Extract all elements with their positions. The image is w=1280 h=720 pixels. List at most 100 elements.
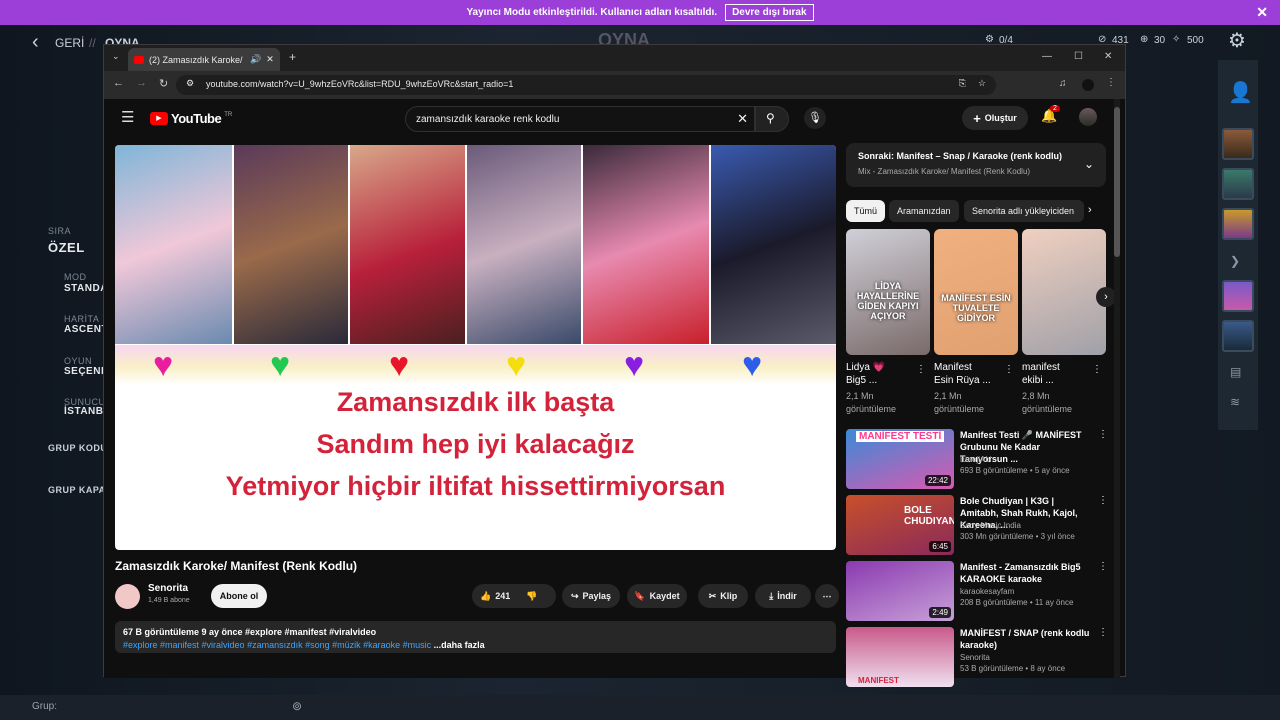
short-info[interactable]: Lidya 💗 Big5 ... 2,1 Mn görüntüleme [846,361,896,416]
video-thumbnail: MANIFEST [846,627,954,687]
close-tab-icon[interactable]: ✕ [266,54,274,65]
short-thumbnail[interactable]: LİDYA HAYALLERİNE GİDEN KAPIYI AÇIYOR [846,229,930,355]
rec-menu-icon[interactable]: ⋮ [1098,429,1108,440]
chip-from-uploader[interactable]: Senorita adlı yükleyiciden [964,200,1084,222]
menu-dots-icon[interactable]: ⋮ [1106,77,1116,88]
signal-icon[interactable]: ≋ [1230,395,1240,409]
avatar[interactable] [1222,280,1254,312]
rec-meta: 208 B görüntüleme • 11 ay önce [960,598,1074,607]
video-player[interactable]: ♥ ♥ ♥ ♥ ♥ ♥ Zamansızdık ilk başta Sandım… [115,145,836,550]
subscribe-button[interactable]: Abone ol [211,584,267,608]
chip-from-search[interactable]: Aramanızdan [889,200,959,222]
recommendations-sidebar: Sonraki: Manifest – Snap / Karaoke (renk… [846,143,1116,687]
group-code-button[interactable]: GRUP KODU [48,443,107,453]
rec-menu-icon[interactable]: ⋮ [1098,627,1108,638]
new-tab-icon[interactable]: + [289,50,296,64]
tab-search-icon[interactable]: ⌄ [112,51,120,62]
show-more-link[interactable]: ...daha fazla [434,640,485,650]
media-icon[interactable]: ♫ [1059,78,1067,89]
close-icon[interactable]: ✕ [1256,4,1268,21]
back-label[interactable]: GERİ [55,36,84,50]
reload-icon[interactable]: ↻ [159,77,168,90]
like-icon[interactable]: 👍 [480,591,491,602]
audio-icon[interactable]: 🔊 [250,54,261,65]
short-info[interactable]: manifest ekibi ... 2,8 Mn görüntüleme [1022,361,1072,416]
forward-icon[interactable]: → [136,77,147,89]
map-label: HARİTA [64,314,100,324]
download-button[interactable]: ⤓ İndir [755,584,811,608]
create-button[interactable]: + Oluştur [962,106,1028,130]
red-heart-icon: ♥ [389,346,410,384]
chat-icon[interactable]: ▤ [1230,365,1241,379]
avatar[interactable] [1222,128,1254,160]
youtube-favicon-icon [134,55,144,64]
clip-button[interactable]: ✂ Klip [698,584,748,608]
scissors-icon: ✂ [708,590,717,601]
short-thumbnail[interactable]: MANİFEST ESİN TUVALETE GİDİYOR [934,229,1018,355]
short-menu-icon[interactable]: ⋮ [1092,363,1102,376]
save-button[interactable]: 🔖 Kaydet [627,584,687,608]
active-tab[interactable]: (2) Zamasızdık Karoke/ Ma 🔊 ✕ [128,48,280,71]
dislike-icon[interactable]: 👎 [526,591,537,602]
back-icon[interactable]: ← [113,77,124,89]
download-icon: ⤓ [769,590,774,601]
browser-window: ⌄ (2) Zamasızdık Karoke/ Ma 🔊 ✕ + — ☐ ✕ … [103,44,1126,687]
chat-icon[interactable]: ⊚ [292,699,302,713]
shorts-next-chevron-icon[interactable]: › [1096,287,1116,307]
up-next-card[interactable]: Sonraki: Manifest – Snap / Karaoke (renk… [846,143,1106,187]
clear-search-icon[interactable]: ✕ [737,111,748,127]
short-menu-icon[interactable]: ⋮ [916,363,926,376]
group-close-button[interactable]: GRUP KAPA [48,485,106,495]
close-window-icon[interactable]: ✕ [1104,51,1112,62]
disable-button[interactable]: Devre dışı bırak [725,4,814,21]
avatar[interactable] [1222,208,1254,240]
short-menu-icon[interactable]: ⋮ [1004,363,1014,376]
minimize-icon[interactable]: — [1042,51,1052,62]
download-label: İndir [777,591,797,601]
hashtags[interactable]: #explore #manifest #viralvideo #zamansız… [123,640,431,650]
description-box[interactable]: 67 B görüntüleme 9 ay önce #explore #man… [115,621,836,653]
group-chat-bar[interactable]: Grup: ⊚ [0,695,1280,720]
currency-2: 30 [1154,35,1166,46]
channel-avatar[interactable] [115,584,140,609]
maximize-icon[interactable]: ☐ [1074,51,1083,62]
url-input[interactable]: ⚙ youtube.com/watch?v=U_9whzEoVRc&list=R… [176,75,996,95]
recommended-video[interactable]: MANİFEST TESTİ 22:42 Manifest Testi 🎤 MA… [846,429,1108,493]
rec-menu-icon[interactable]: ⋮ [1098,495,1108,506]
bookmark-star-icon[interactable]: ☆ [978,78,986,89]
search-button[interactable]: ⚲ [755,106,789,132]
recommended-video[interactable]: 2:49 Manifest - Zamansızdık Big5 KARAOKE… [846,561,1108,625]
like-count[interactable]: 241 [495,591,510,601]
youtube-logo[interactable]: ▶ YouTube TR [150,111,232,126]
expand-chevron-icon[interactable]: ⌄ [1084,157,1094,171]
short-info[interactable]: Manifest Esin Rüya ... 2,1 Mn görüntüleme [934,361,991,416]
avatar[interactable] [1222,168,1254,200]
account-avatar[interactable] [1079,108,1097,126]
chip-all[interactable]: Tümü [846,200,886,222]
install-icon[interactable]: ⎘ [959,78,966,89]
more-actions-button[interactable]: ⋯ [815,584,839,608]
share-button[interactable]: ↪ Paylaş [562,584,620,608]
profile-avatar[interactable] [1082,79,1094,91]
back-chevron-icon[interactable]: ‹ [32,31,39,54]
url-text: youtube.com/watch?v=U_9whzEoVRc&list=RDU… [206,79,514,89]
voice-search-icon[interactable]: 🎙 [804,107,826,129]
video-thumbnail: MANİFEST TESTİ 22:42 [846,429,954,489]
recommended-video[interactable]: MANIFEST MANİFEST / SNAP (renk kodlu kar… [846,627,1108,691]
site-info-icon[interactable]: ⚙ [186,78,194,89]
hamburger-menu-icon[interactable]: ☰ [121,108,134,126]
search-icon: ⚲ [766,111,775,125]
rec-channel: Sony Music India [960,521,1021,530]
recommended-video[interactable]: BOLE CHUDIYAN 6:45 Bole Chudiyan | K3G |… [846,495,1108,559]
scrollbar-thumb[interactable] [1114,107,1120,257]
chips-next-chevron-icon[interactable]: › [1088,204,1092,216]
add-friend-icon[interactable]: 👤 [1228,80,1253,105]
search-input[interactable]: zamansızdık karaoke renk kodlu ✕ [405,106,755,132]
scrollbar[interactable] [1114,99,1120,678]
lyric-line: Sandım hep iyi kalacağız [316,429,635,459]
avatar[interactable] [1222,320,1254,352]
rec-menu-icon[interactable]: ⋮ [1098,561,1108,572]
short-thumbnail[interactable] [1022,229,1106,355]
channel-name[interactable]: Senorita [148,583,188,594]
settings-gear-icon[interactable]: ⚙ [1228,28,1246,53]
